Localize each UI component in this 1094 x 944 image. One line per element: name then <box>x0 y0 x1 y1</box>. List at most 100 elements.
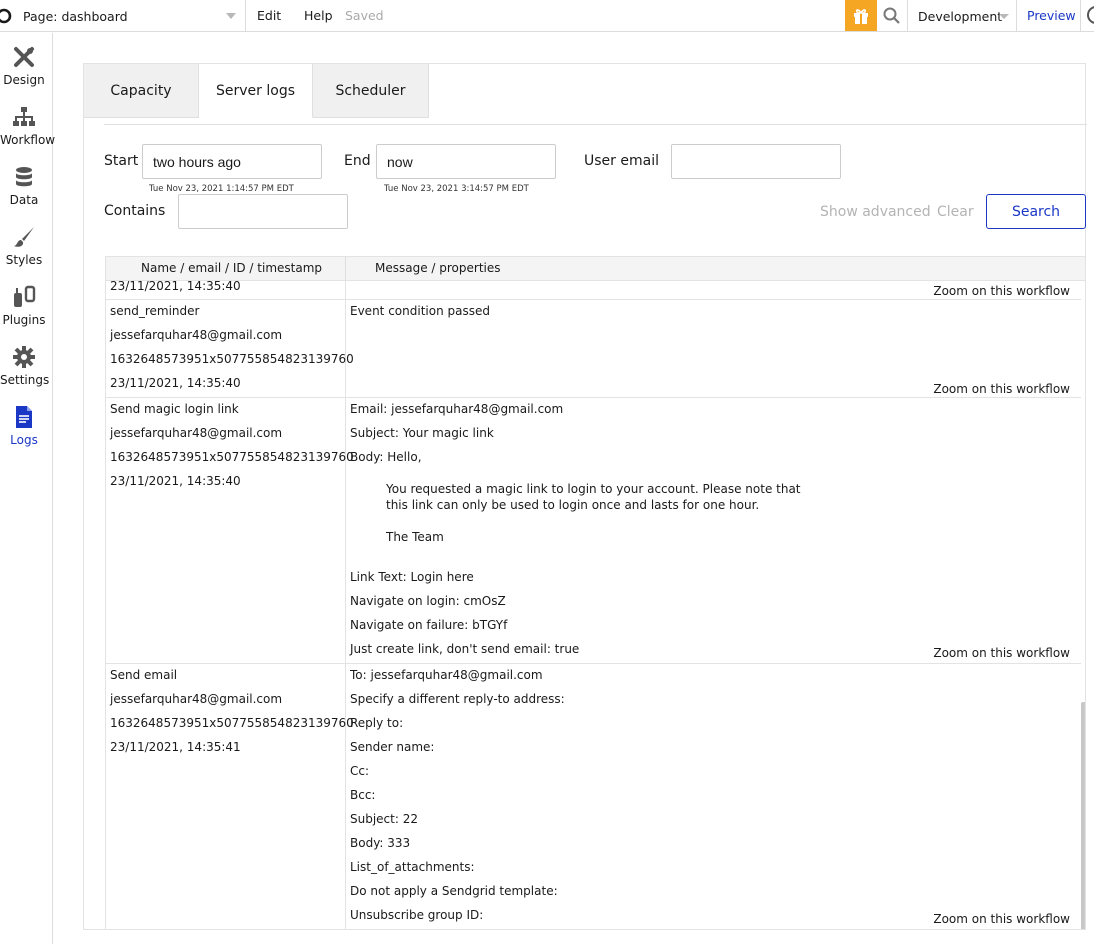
sidebar-item-styles[interactable]: Styles <box>0 213 53 273</box>
menu-edit[interactable]: Edit <box>257 8 281 23</box>
sidebar-item-settings[interactable]: Settings <box>0 333 53 393</box>
start-label: Start <box>104 153 139 169</box>
log-id: 1632648573951x507755854823139760 <box>110 352 354 366</box>
tab-server-logs[interactable]: Server logs <box>199 64 313 118</box>
sidebar-item-label: Design <box>3 73 45 87</box>
log-id: 1632648573951x507755854823139760 <box>110 450 354 464</box>
prop-navigate-login: Navigate on login: cmOsZ <box>350 594 506 608</box>
document-icon <box>16 406 32 428</box>
start-datetime: Tue Nov 23, 2021 1:14:57 PM EDT <box>149 184 294 194</box>
tab-scheduler[interactable]: Scheduler <box>313 64 429 118</box>
prop-sender-name: Sender name: <box>350 740 435 754</box>
plug-icon <box>14 285 36 307</box>
sidebar-item-label: Settings <box>0 373 50 387</box>
search-button[interactable]: Search <box>986 194 1086 229</box>
divider <box>907 0 908 32</box>
divider <box>1016 0 1017 32</box>
log-id: 1632648573951x507755854823139760 <box>110 716 354 730</box>
scrollbar-thumb[interactable] <box>1081 702 1085 929</box>
prop-cc: Cc: <box>350 764 370 778</box>
body-paragraph-line: this link can only be used to login once… <box>386 498 760 512</box>
prop-navigate-failure: Navigate on failure: bTGYf <box>350 618 508 632</box>
show-advanced-link[interactable]: Show advanced <box>820 204 931 220</box>
divider <box>106 299 1081 300</box>
environment-selector[interactable]: Development <box>909 0 1013 32</box>
clear-link[interactable]: Clear <box>937 204 974 220</box>
design-icon <box>14 47 34 67</box>
menu-help[interactable]: Help <box>304 8 333 23</box>
column-header-name: Name / email / ID / timestamp <box>141 261 323 275</box>
gift-icon <box>854 8 868 24</box>
zoom-workflow-link[interactable]: Zoom on this workflow <box>933 646 1070 660</box>
log-name: send_reminder <box>110 304 200 318</box>
prop-sendgrid-template: Do not apply a Sendgrid template: <box>350 884 558 898</box>
log-name: Send email <box>110 668 178 682</box>
page-selector[interactable]: Page: dashboard <box>16 0 244 32</box>
sidebar-item-label: Data <box>9 193 39 207</box>
prop-to: To: jessefarquhar48@gmail.com <box>350 668 543 682</box>
start-input[interactable] <box>142 144 322 179</box>
divider <box>104 124 1087 125</box>
log-message: Event condition passed <box>350 304 490 318</box>
contains-input[interactable] <box>178 194 348 229</box>
chevron-down-icon <box>999 14 1009 19</box>
sidebar-item-workflow[interactable]: Workflow <box>0 93 56 153</box>
end-label: End <box>344 153 371 169</box>
log-timestamp: 23/11/2021, 14:35:40 <box>110 376 241 390</box>
gift-button[interactable] <box>845 0 877 31</box>
sidebar-item-logs[interactable]: Logs <box>0 393 53 453</box>
contains-label: Contains <box>104 203 166 219</box>
log-email: jessefarquhar48@gmail.com <box>110 692 283 706</box>
prop-reply-to: Reply to: <box>350 716 404 730</box>
log-timestamp: 23/11/2021, 14:35:40 <box>110 279 241 293</box>
chevron-down-icon <box>226 13 236 19</box>
end-datetime: Tue Nov 23, 2021 3:14:57 PM EDT <box>384 184 529 194</box>
preview-link[interactable]: Preview <box>1027 8 1076 23</box>
sidebar: Design Workflow Data Styles Plugins Sett… <box>0 33 56 944</box>
body-signature: The Team <box>386 530 444 544</box>
zoom-workflow-link[interactable]: Zoom on this workflow <box>933 284 1070 298</box>
divider <box>345 257 346 281</box>
environment-label: Development <box>918 8 1003 24</box>
prop-just-create: Just create link, don't send email: true <box>350 642 580 656</box>
tab-capacity[interactable]: Capacity <box>84 64 199 118</box>
column-header-message: Message / properties <box>375 261 501 275</box>
top-bar: Page: dashboard Edit Help Saved Developm… <box>0 0 1094 32</box>
gear-icon <box>13 346 35 368</box>
prop-bcc: Bcc: <box>350 788 376 802</box>
user-email-label: User email <box>584 153 659 169</box>
prop-email: Email: jessefarquhar48@gmail.com <box>350 402 564 416</box>
zoom-workflow-link[interactable]: Zoom on this workflow <box>933 912 1070 926</box>
saved-status: Saved <box>345 8 384 23</box>
log-timestamp: 23/11/2021, 14:35:40 <box>110 474 241 488</box>
search-icon[interactable] <box>881 5 903 27</box>
end-input[interactable] <box>376 144 556 179</box>
logs-panel: Capacity Server logs Scheduler Start Tue… <box>83 63 1087 930</box>
body-paragraph-line: You requested a magic link to login to y… <box>386 482 801 496</box>
sidebar-item-label: Styles <box>5 253 43 267</box>
divider <box>1080 0 1081 32</box>
zoom-workflow-link[interactable]: Zoom on this workflow <box>933 382 1070 396</box>
divider <box>106 397 1081 398</box>
tab-bar: Capacity Server logs Scheduler <box>84 64 429 118</box>
user-email-input[interactable] <box>671 144 841 179</box>
prop-body: Body: 333 <box>350 836 411 850</box>
prop-reply-to-flag: Specify a different reply-to address: <box>350 692 565 706</box>
prop-subject: Subject: 22 <box>350 812 418 826</box>
table-header: Name / email / ID / timestamp Message / … <box>106 257 1085 281</box>
help-circle-icon[interactable] <box>1087 6 1094 24</box>
divider <box>345 281 346 929</box>
log-timestamp: 23/11/2021, 14:35:41 <box>110 740 241 754</box>
sidebar-item-plugins[interactable]: Plugins <box>0 273 53 333</box>
bubble-logo-icon[interactable] <box>0 5 14 25</box>
divider <box>106 663 1081 664</box>
brush-icon <box>14 227 34 247</box>
log-email: jessefarquhar48@gmail.com <box>110 426 283 440</box>
sidebar-item-label: Plugins <box>2 313 46 327</box>
log-table: Name / email / ID / timestamp Message / … <box>105 256 1086 930</box>
log-name: Send magic login link <box>110 402 239 416</box>
sidebar-item-label: Workflow <box>0 133 56 147</box>
sidebar-item-design[interactable]: Design <box>0 33 53 93</box>
sidebar-item-data[interactable]: Data <box>0 153 53 213</box>
log-email: jessefarquhar48@gmail.com <box>110 328 283 342</box>
